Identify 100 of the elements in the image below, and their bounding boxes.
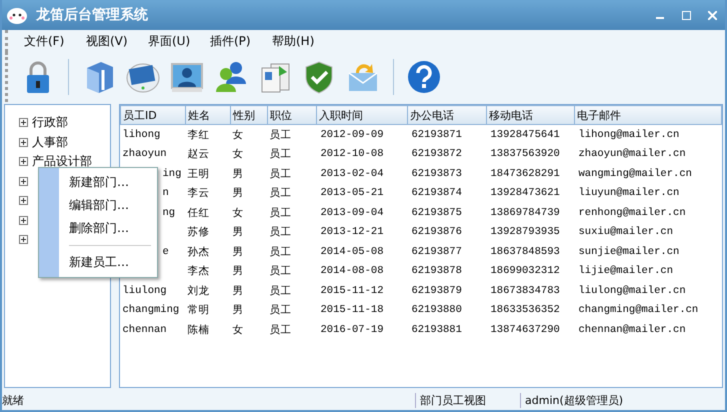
table-cell: 李红 bbox=[188, 130, 210, 142]
table-cell: liulong bbox=[122, 284, 167, 297]
table-cell: 62193876 bbox=[412, 226, 462, 238]
tree-item[interactable]: 产品设计部 bbox=[32, 153, 92, 170]
table-cell: 员工 bbox=[270, 286, 292, 298]
table-cell: 18699032312 bbox=[490, 265, 560, 278]
tree-item[interactable]: 行政部 bbox=[32, 114, 68, 132]
table-cell: 13928473621 bbox=[490, 187, 560, 200]
table-cell: 员工 bbox=[270, 208, 292, 220]
table-cell: 男 bbox=[232, 188, 244, 200]
column-header[interactable]: 职位 bbox=[268, 106, 316, 124]
table-cell: 2015-11-18 bbox=[320, 304, 384, 316]
table-cell: 女 bbox=[232, 324, 244, 337]
table-cell: 2014-08-08 bbox=[320, 265, 384, 278]
table-cell: 员工 bbox=[270, 305, 292, 318]
column-header[interactable]: 入职时间 bbox=[316, 106, 408, 124]
table-cell: zhaoyun bbox=[122, 148, 167, 160]
table-cell: 苏修 bbox=[188, 227, 210, 240]
tree-item[interactable]: 人事部 bbox=[32, 134, 68, 151]
table-cell: changming bbox=[122, 304, 180, 316]
table-cell: 2013-12-21 bbox=[320, 226, 384, 238]
table-cell: 2012-10-08 bbox=[320, 148, 384, 160]
table-cell: 13928793935 bbox=[490, 226, 560, 238]
table-cell: 员工 bbox=[270, 227, 292, 240]
table-cell: 62193874 bbox=[412, 187, 462, 200]
help-icon bbox=[407, 60, 441, 94]
table-cell: 62193872 bbox=[412, 148, 462, 160]
expand-icon[interactable] bbox=[19, 157, 28, 166]
table-cell: 员工 bbox=[270, 130, 292, 142]
table-cell: 男 bbox=[232, 266, 244, 278]
table-cell: wangming@mailer.cn bbox=[578, 168, 692, 180]
app-logo-icon bbox=[6, 6, 28, 24]
table-cell: 员工 bbox=[270, 168, 292, 181]
table-cell: 18473628291 bbox=[490, 168, 560, 180]
user-card-icon bbox=[170, 60, 204, 94]
table-cell: 男 bbox=[232, 305, 244, 318]
table-cell: lihong@mailer.cn bbox=[578, 128, 680, 141]
table-cell: lihong bbox=[122, 128, 160, 141]
table-cell: changming@mailer.cn bbox=[578, 304, 698, 316]
expand-icon[interactable] bbox=[19, 138, 28, 147]
expand-icon[interactable] bbox=[19, 235, 28, 244]
table-cell: 62193871 bbox=[412, 128, 462, 141]
table-cell: 女 bbox=[232, 208, 244, 220]
table-cell: 员工 bbox=[270, 188, 292, 200]
table-cell: 62193875 bbox=[412, 206, 462, 219]
menu-item[interactable]: 帮助(H) bbox=[264, 32, 326, 50]
table-cell: 2012-09-09 bbox=[320, 128, 384, 141]
column-header[interactable]: 办公电话 bbox=[408, 106, 486, 124]
expand-icon[interactable] bbox=[19, 118, 28, 128]
shield-check-icon bbox=[304, 60, 334, 94]
menu-item[interactable]: 视图(V) bbox=[78, 32, 140, 50]
padlock-icon bbox=[24, 60, 52, 94]
expand-icon[interactable] bbox=[19, 196, 28, 206]
table-cell: zhaoyun@mailer.cn bbox=[578, 148, 686, 160]
column-header[interactable]: 姓名 bbox=[186, 106, 230, 124]
table-cell: 员工 bbox=[270, 266, 292, 278]
table-cell: 62193877 bbox=[412, 246, 462, 258]
menu-item[interactable]: 界面(U) bbox=[140, 32, 202, 50]
context-menu-item[interactable]: 删除部门… bbox=[59, 217, 157, 240]
status-text: 就绪 bbox=[2, 394, 24, 406]
table-cell: 2013-05-21 bbox=[320, 187, 384, 200]
table-cell: 13837563920 bbox=[490, 148, 560, 160]
table-cell: chennan@mailer.cn bbox=[578, 324, 686, 336]
column-header[interactable]: 性别 bbox=[230, 106, 268, 124]
column-header[interactable]: 移动电话 bbox=[486, 106, 574, 124]
table-cell: e bbox=[162, 246, 169, 258]
table-cell: 男 bbox=[232, 286, 244, 298]
table-cell: chennan bbox=[122, 324, 167, 336]
table-cell: lijie@mailer.cn bbox=[578, 265, 674, 278]
table-cell: 赵云 bbox=[188, 149, 210, 162]
table-cell: 2016-07-19 bbox=[320, 324, 384, 336]
table-cell: 13869784739 bbox=[490, 206, 560, 219]
table-cell: 18637848593 bbox=[490, 246, 560, 258]
status-text: admin(超级管理员) bbox=[525, 394, 624, 406]
expand-icon[interactable] bbox=[19, 176, 28, 186]
table-cell: 任红 bbox=[188, 208, 210, 220]
context-menu-item[interactable]: 新建部门… bbox=[59, 171, 157, 194]
menu-item[interactable]: 文件(F) bbox=[16, 32, 78, 50]
table-cell: 62193879 bbox=[412, 284, 462, 297]
table-cell: liuyun@mailer.cn bbox=[578, 187, 680, 200]
table-cell: 62193878 bbox=[412, 265, 462, 278]
column-header[interactable]: 员工ID bbox=[120, 106, 186, 124]
expand-icon[interactable] bbox=[19, 216, 28, 225]
table-cell: 男 bbox=[232, 168, 244, 181]
table-cell: 刘龙 bbox=[188, 286, 210, 298]
table-cell: 2013-02-04 bbox=[320, 168, 384, 180]
table-cell: 孙杰 bbox=[188, 246, 210, 259]
monitor-icon bbox=[126, 61, 160, 93]
table-cell: 2014-05-08 bbox=[320, 246, 384, 258]
table-cell: 女 bbox=[232, 149, 244, 162]
table-cell: 18633536352 bbox=[490, 304, 560, 316]
table-cell: 女 bbox=[232, 130, 244, 142]
table-cell: 李云 bbox=[188, 188, 210, 200]
table-cell: sunjie@mailer.cn bbox=[578, 246, 680, 258]
table-cell: 员工 bbox=[270, 149, 292, 162]
table-cell: 男 bbox=[232, 227, 244, 240]
context-menu-item[interactable]: 新建员工… bbox=[59, 251, 157, 274]
column-header[interactable]: 电子邮件 bbox=[574, 106, 722, 124]
context-menu-item[interactable]: 编辑部门… bbox=[59, 194, 157, 217]
menu-item[interactable]: 插件(P) bbox=[202, 32, 264, 50]
